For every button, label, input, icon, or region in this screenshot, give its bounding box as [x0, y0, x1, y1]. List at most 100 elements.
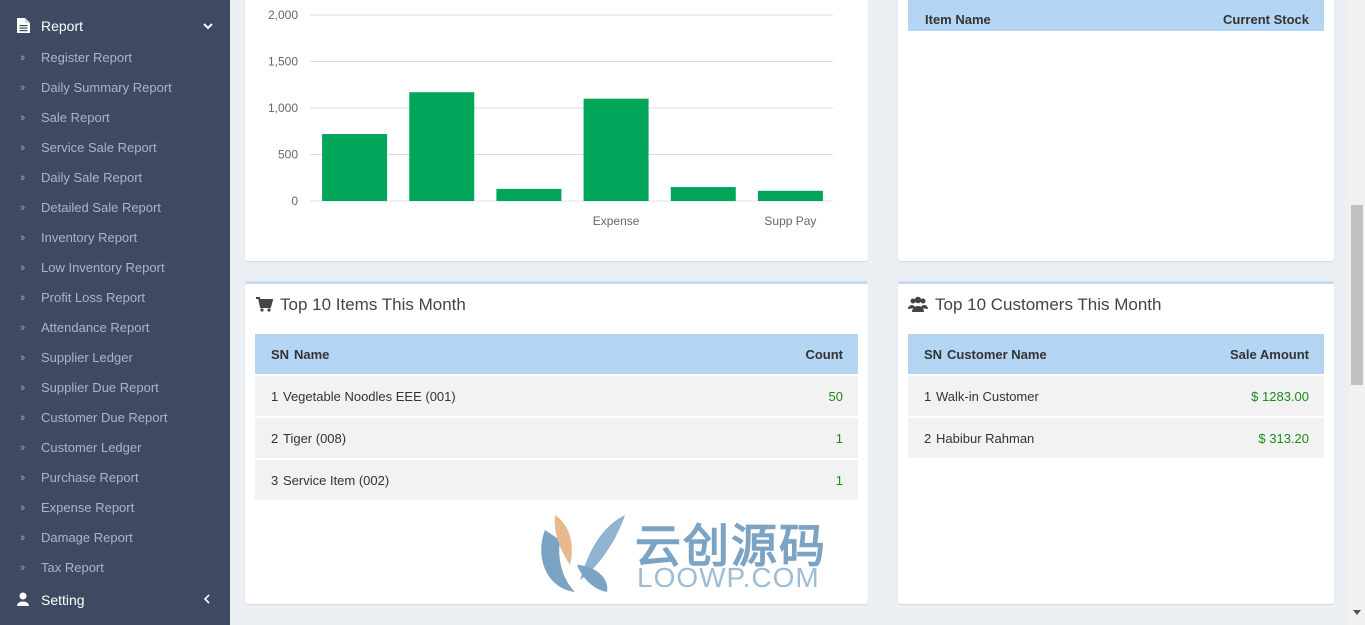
chart-bar[interactable]	[409, 92, 475, 201]
user-icon	[17, 592, 29, 606]
double-chevron-right-icon: ››	[20, 412, 26, 424]
row-sn: 1	[924, 389, 932, 404]
page-scrollbar[interactable]	[1349, 0, 1365, 625]
sidebar-item-label: Tax Report	[41, 560, 104, 575]
top-items-table-header: SN Name Count	[255, 334, 858, 374]
sidebar-item-label: Low Inventory Report	[41, 260, 165, 275]
users-icon	[908, 296, 928, 312]
sidebar-item[interactable]: ›› Customer Due Report	[0, 403, 230, 433]
double-chevron-right-icon: ››	[20, 232, 26, 244]
watermark-en: LOOWP.COM	[637, 562, 820, 593]
sidebar-item[interactable]: ›› Inventory Report	[0, 223, 230, 253]
stock-table-header: Item Name Current Stock	[908, 0, 1324, 31]
sidebar-item[interactable]: ›› Damage Report	[0, 523, 230, 553]
top-customers-header-name: Customer Name	[947, 347, 1047, 362]
y-tick-label: 2,000	[268, 8, 298, 22]
double-chevron-right-icon: ››	[20, 442, 26, 454]
sidebar-item[interactable]: ›› Service Sale Report	[0, 133, 230, 163]
row-name: Walk-in Customer	[936, 389, 1039, 404]
sidebar-item[interactable]: ›› Register Report	[0, 43, 230, 73]
top-customers-table-header: SN Customer Name Sale Amount	[908, 334, 1324, 374]
file-text-icon	[17, 18, 30, 33]
double-chevron-right-icon: ››	[20, 532, 26, 544]
row-sn: 1	[271, 389, 279, 404]
double-chevron-right-icon: ››	[20, 172, 26, 184]
sidebar-menu-report-label: Report	[41, 18, 84, 34]
sidebar-item[interactable]: ›› Purchase Report	[0, 463, 230, 493]
chart-bar[interactable]	[757, 190, 823, 201]
sidebar-item-label: Inventory Report	[41, 230, 138, 245]
sidebar: Report ›› Register Report ›› Daily Summary …	[0, 0, 230, 625]
y-tick-label: 1,000	[268, 101, 298, 115]
sidebar-item[interactable]: ›› Expense Report	[0, 493, 230, 523]
sidebar-item[interactable]: ›› Customer Ledger	[0, 433, 230, 463]
sidebar-menu-setting[interactable]: Setting	[0, 588, 230, 614]
sidebar-menu-report[interactable]: Report	[0, 10, 230, 42]
watermark: 云创源码 LOOWP.COM	[535, 510, 835, 595]
sidebar-item[interactable]: ›› Tax Report	[0, 553, 230, 583]
sidebar-item[interactable]: ›› Daily Sale Report	[0, 163, 230, 193]
sidebar-item[interactable]: ›› Detailed Sale Report	[0, 193, 230, 223]
table-row: 1 Walk-in Customer $ 1283.00	[908, 376, 1324, 416]
sidebar-item[interactable]: ›› Attendance Report	[0, 313, 230, 343]
x-category-label: Supp Pay	[764, 214, 816, 228]
row-value: $ 1283.00	[1251, 389, 1309, 404]
double-chevron-right-icon: ››	[20, 52, 26, 64]
sidebar-item-label: Attendance Report	[41, 320, 150, 335]
sidebar-item[interactable]: ›› Sale Report	[0, 103, 230, 133]
top-customers-title: Top 10 Customers This Month	[935, 295, 1162, 314]
double-chevron-right-icon: ››	[20, 142, 26, 154]
sidebar-item[interactable]: ›› Supplier Due Report	[0, 373, 230, 403]
row-name: Vegetable Noodles EEE (001)	[283, 389, 456, 404]
sidebar-item-label: Damage Report	[41, 530, 133, 545]
sidebar-item-label: Detailed Sale Report	[41, 200, 161, 215]
shopping-cart-icon	[256, 297, 273, 312]
sidebar-item[interactable]: ›› Low Inventory Report	[0, 253, 230, 283]
sidebar-item-label: Supplier Ledger	[41, 350, 133, 365]
y-tick-label: 500	[278, 148, 298, 162]
stock-header-current-stock: Current Stock	[1223, 12, 1309, 27]
double-chevron-right-icon: ››	[20, 502, 26, 514]
double-chevron-right-icon: ››	[20, 382, 26, 394]
double-chevron-right-icon: ››	[20, 322, 26, 334]
top-items-header-sn: SN	[271, 347, 290, 362]
chart-bar[interactable]	[322, 134, 388, 201]
sidebar-item-label: Expense Report	[41, 500, 135, 515]
chart-bar[interactable]	[670, 187, 736, 201]
sidebar-item-label: Customer Ledger	[41, 440, 142, 455]
chart-bar[interactable]	[583, 98, 649, 201]
top-items-header-name: Name	[294, 347, 330, 362]
loowp-logo-icon	[541, 515, 625, 592]
row-name: Tiger (008)	[283, 431, 347, 446]
sidebar-item-label: Register Report	[41, 50, 133, 65]
double-chevron-right-icon: ››	[20, 82, 26, 94]
sidebar-item-label: Sale Report	[41, 110, 110, 125]
top-items-header-count: Count	[805, 347, 843, 362]
double-chevron-right-icon: ››	[20, 292, 26, 304]
chevron-left-icon	[203, 594, 210, 604]
top-items-title: Top 10 Items This Month	[280, 295, 466, 314]
top-customers-header-amount: Sale Amount	[1230, 347, 1309, 362]
chevron-down-icon	[203, 23, 213, 30]
row-name: Habibur Rahman	[936, 431, 1035, 446]
scroll-down-arrow-icon[interactable]	[1353, 610, 1361, 615]
sidebar-item-label: Customer Due Report	[41, 410, 168, 425]
row-value: $ 313.20	[1258, 431, 1309, 446]
sidebar-item-label: Daily Sale Report	[41, 170, 143, 185]
bar-chart: 0 500 1,000 1,500 2,000 Expense Supp Pay	[268, 8, 833, 228]
stock-header-item-name: Item Name	[925, 12, 991, 27]
double-chevron-right-icon: ››	[20, 112, 26, 124]
double-chevron-right-icon: ››	[20, 262, 26, 274]
sidebar-item[interactable]: ›› Supplier Ledger	[0, 343, 230, 373]
chart-panel: 0 500 1,000 1,500 2,000 Expense Supp Pay	[245, 0, 868, 261]
sidebar-item-label: Daily Summary Report	[41, 80, 172, 95]
top-customers-header-sn: SN	[924, 347, 943, 362]
sidebar-item-label: Purchase Report	[41, 470, 139, 485]
row-sn: 2	[271, 431, 279, 446]
scrollbar-thumb[interactable]	[1351, 205, 1363, 385]
sidebar-item[interactable]: ›› Daily Summary Report	[0, 73, 230, 103]
y-tick-label: 1,500	[268, 55, 298, 69]
sidebar-item[interactable]: ›› Profit Loss Report	[0, 283, 230, 313]
double-chevron-right-icon: ››	[20, 352, 26, 364]
chart-bar[interactable]	[496, 188, 562, 201]
